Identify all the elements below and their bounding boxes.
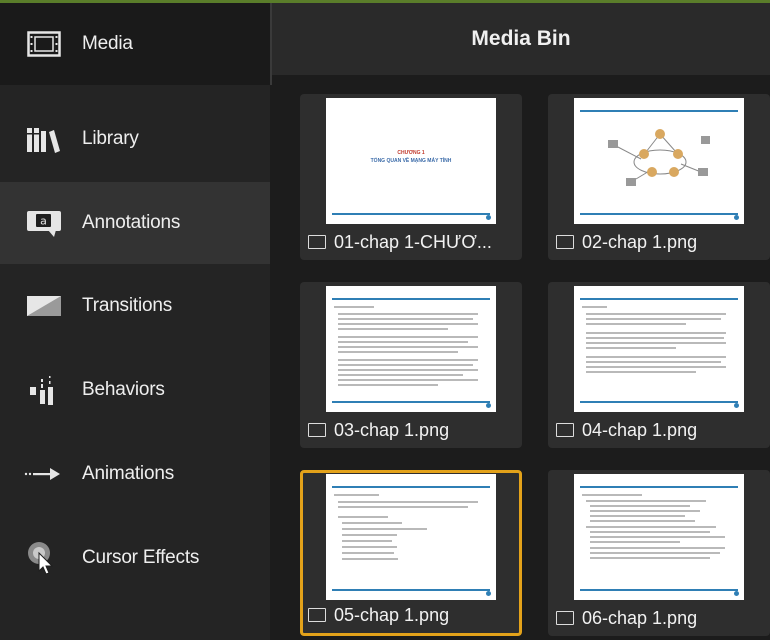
image-file-icon	[308, 608, 326, 622]
media-item-label: 02-chap 1.png	[582, 231, 698, 252]
sidebar-item-library[interactable]: Library	[0, 98, 270, 180]
sidebar-item-label: Behaviors	[82, 379, 165, 400]
image-file-icon	[556, 423, 574, 437]
media-item-01[interactable]: CHƯƠNG 1 TỔNG QUAN VỀ MẠNG MÁY TÍNH 01-c…	[300, 94, 522, 260]
slide-thumbnail: CHƯƠNG 1 TỔNG QUAN VỀ MẠNG MÁY TÍNH	[326, 98, 496, 224]
thumb-heading: CHƯƠNG 1	[397, 150, 425, 156]
sidebar-item-annotations[interactable]: a Annotations	[0, 182, 270, 264]
sidebar-item-label: Animations	[82, 463, 174, 484]
sidebar-item-label: Transitions	[82, 295, 173, 316]
sidebar-item-cursor-effects[interactable]: Cursor Effects	[0, 517, 270, 599]
svg-text:a: a	[40, 215, 47, 228]
animation-arrow-icon	[22, 454, 66, 494]
cursor-effects-icon	[22, 538, 66, 578]
media-item-06[interactable]: 06-chap 1.png	[548, 470, 770, 636]
film-strip-icon	[22, 24, 66, 64]
sidebar-item-transitions[interactable]: Transitions	[0, 265, 270, 347]
slide-thumbnail	[326, 474, 496, 600]
media-item-04[interactable]: 04-chap 1.png	[548, 282, 770, 448]
media-item-label: 03-chap 1.png	[334, 419, 450, 440]
media-bin-panel: Media Bin CHƯƠNG 1 TỔNG QUAN VỀ MẠNG MÁY…	[272, 3, 770, 640]
sidebar-item-behaviors[interactable]: Behaviors	[0, 349, 270, 431]
media-item-label: 04-chap 1.png	[582, 419, 698, 440]
slide-thumbnail	[574, 474, 744, 600]
sidebar-item-media[interactable]: Media	[0, 3, 272, 85]
slide-thumbnail	[326, 286, 496, 412]
sidebar-item-label: Library	[82, 128, 139, 149]
sidebar-item-label: Media	[82, 33, 133, 54]
thumb-subtitle: TỔNG QUAN VỀ MẠNG MÁY TÍNH	[370, 158, 452, 164]
slide-thumbnail	[574, 286, 744, 412]
sidebar-item-label: Cursor Effects	[82, 547, 200, 568]
media-item-02[interactable]: 02-chap 1.png	[548, 94, 770, 260]
image-file-icon	[556, 235, 574, 249]
sidebar: Media Library a Annotations Transitions …	[0, 3, 272, 640]
media-bin-title: Media Bin	[272, 3, 770, 75]
transition-icon	[22, 286, 66, 326]
behaviors-icon	[22, 370, 66, 410]
media-item-label: 06-chap 1.png	[582, 607, 698, 628]
image-file-icon	[308, 423, 326, 437]
media-item-label: 01-chap 1-CHƯƠ...	[334, 231, 492, 252]
image-file-icon	[556, 611, 574, 625]
annotation-callout-icon: a	[22, 203, 66, 243]
image-file-icon	[308, 235, 326, 249]
media-item-05[interactable]: 05-chap 1.png	[300, 470, 522, 636]
media-item-label: 05-chap 1.png	[334, 604, 450, 625]
sidebar-item-animations[interactable]: Animations	[0, 433, 270, 515]
library-books-icon	[22, 119, 66, 159]
sidebar-item-label: Annotations	[82, 212, 181, 233]
slide-thumbnail	[574, 98, 744, 224]
media-item-03[interactable]: 03-chap 1.png	[300, 282, 522, 448]
